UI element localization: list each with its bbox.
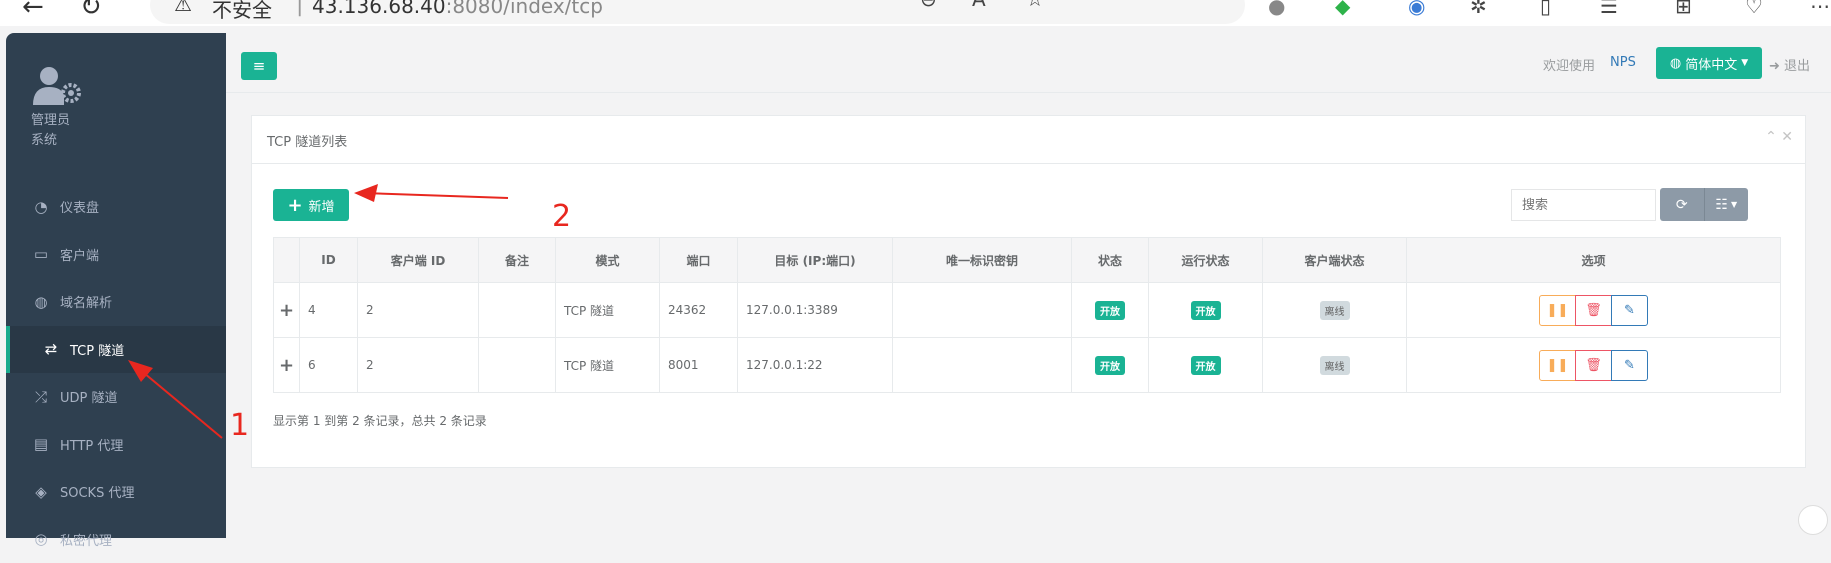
edge-sidebar-icon[interactable] xyxy=(1798,505,1828,535)
annotation-arrow-2 xyxy=(362,193,508,198)
annotation-number-1: 1 xyxy=(230,408,249,443)
annotation-arrows xyxy=(0,0,1831,538)
annotation-number-2: 2 xyxy=(552,199,571,234)
annotation-arrowhead-2 xyxy=(354,184,378,202)
annotation-arrow-1 xyxy=(138,368,222,438)
annotation-arrowhead-1 xyxy=(128,360,153,382)
